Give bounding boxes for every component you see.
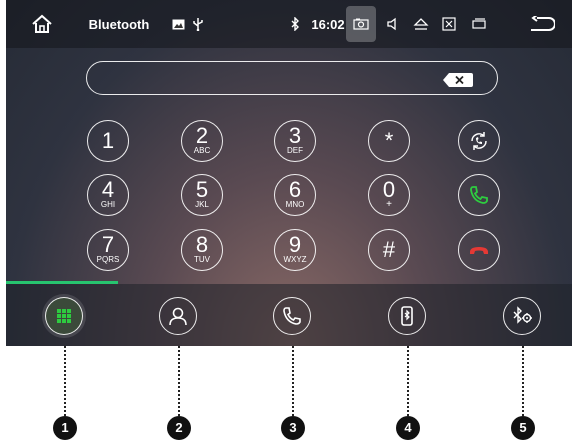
key-hash[interactable]: # [368,229,410,271]
callout-leader-4 [407,346,409,416]
key-star[interactable]: * [368,120,410,162]
key-digit: 9 [288,232,302,257]
bottom-tab-bar [6,284,572,346]
hang-up-icon [470,247,488,254]
volume-icon[interactable] [382,0,404,48]
key-digit: * [384,128,394,153]
key-digit: 1 [101,128,115,153]
callout-5: 5 [511,416,535,440]
tab-call-log[interactable] [273,297,311,335]
key-6[interactable]: 6 MNO [274,174,316,216]
key-digit: 0 [382,177,396,202]
usb-icon [190,0,206,48]
key-1[interactable]: 1 [87,120,129,162]
transfer-audio-icon [471,132,487,150]
key-letters: GHI [100,200,116,209]
callout-leader-3 [292,346,294,416]
key-digit: 4 [101,177,115,202]
backspace-icon [443,73,473,87]
key-letters: WXYZ [283,255,307,264]
key-letters: PQRS [96,255,120,264]
key-digit: 6 [288,177,302,202]
key-digit: 3 [288,123,302,148]
key-letters: DEF [287,146,303,155]
bluetooth-icon [288,0,302,48]
bluetooth-device-icon [401,306,413,326]
key-7[interactable]: 7 PQRS [87,229,129,271]
tab-dialpad[interactable] [45,297,83,335]
window-icon[interactable] [468,0,490,48]
key-4[interactable]: 4 GHI [87,174,129,216]
key-3[interactable]: 3 DEF [274,120,316,162]
key-letters: ABC [193,146,211,155]
callout-leader-1 [64,346,66,416]
key-digit: # [382,237,396,262]
page-title: Bluetooth [88,16,150,32]
key-letters: + [386,199,392,210]
backspace-button[interactable] [443,73,473,87]
callout-1: 1 [53,416,77,440]
phone-number-field[interactable] [86,61,498,95]
status-bar: Bluetooth 16:02 [6,0,572,48]
car-head-unit-screen: Bluetooth 16:02 1 2 ABC 3 DEF * 4 GHI 5 … [6,0,572,346]
contacts-icon [169,307,187,326]
eject-icon[interactable] [410,0,432,48]
callout-3: 3 [281,416,305,440]
transfer-audio-button[interactable] [458,120,500,162]
tab-bluetooth-device[interactable] [388,297,426,335]
key-9[interactable]: 9 WXYZ [274,229,316,271]
key-2[interactable]: 2 ABC [181,120,223,162]
callout-leader-5 [522,346,524,416]
callout-2: 2 [167,416,191,440]
home-icon[interactable] [28,0,56,48]
key-letters: JKL [195,200,209,209]
tab-contacts[interactable] [159,297,197,335]
call-button[interactable] [458,174,500,216]
key-digit: 5 [195,177,209,202]
key-5[interactable]: 5 JKL [181,174,223,216]
callout-4: 4 [396,416,420,440]
key-0[interactable]: 0 + [368,174,410,216]
back-icon[interactable] [526,0,558,48]
key-letters: TUV [194,255,210,264]
call-icon [470,186,488,204]
tab-bluetooth-settings[interactable] [503,297,541,335]
bluetooth-settings-icon [513,306,532,324]
key-digit: 7 [101,232,115,257]
callout-leader-2 [178,346,180,416]
key-digit: 8 [195,232,209,257]
dialpad-icon [57,309,71,323]
key-letters: MNO [285,200,305,209]
key-8[interactable]: 8 TUV [181,229,223,271]
camera-icon[interactable] [346,6,376,42]
clock: 16:02 [311,16,345,32]
call-log-icon [283,307,301,325]
image-icon [170,0,186,48]
key-digit: 2 [195,123,209,148]
hang-up-button[interactable] [458,229,500,271]
close-box-icon[interactable] [438,0,460,48]
